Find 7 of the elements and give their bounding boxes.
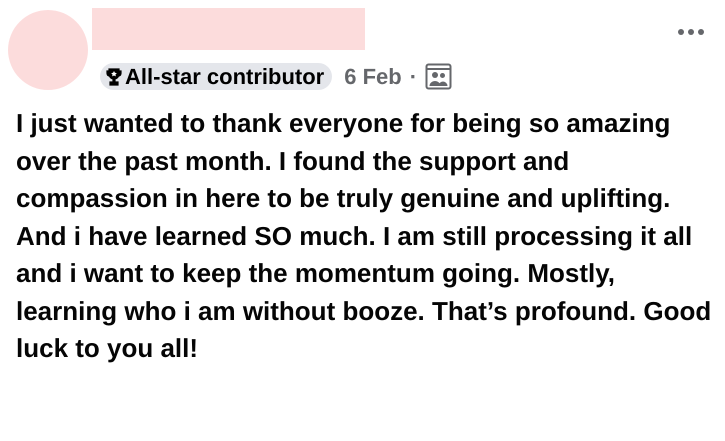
trophy-icon [106, 68, 122, 86]
separator: · [410, 63, 418, 91]
post-text: I just wanted to thank everyone for being so amazing over the past month. I found the support and compassion in here to be truly genuine and uplifting. And i have learned SO much. I am still processing it all and i want to keep the momentum going. Mostly, learning who i am without booze. That’s profound. Good luck to you all! [16, 107, 712, 365]
group-audience-icon [425, 63, 452, 90]
more-options-icon[interactable] [677, 28, 705, 36]
contributor-badge[interactable]: All-star contributor [100, 63, 332, 90]
post-date[interactable]: 6 Feb [344, 60, 402, 93]
